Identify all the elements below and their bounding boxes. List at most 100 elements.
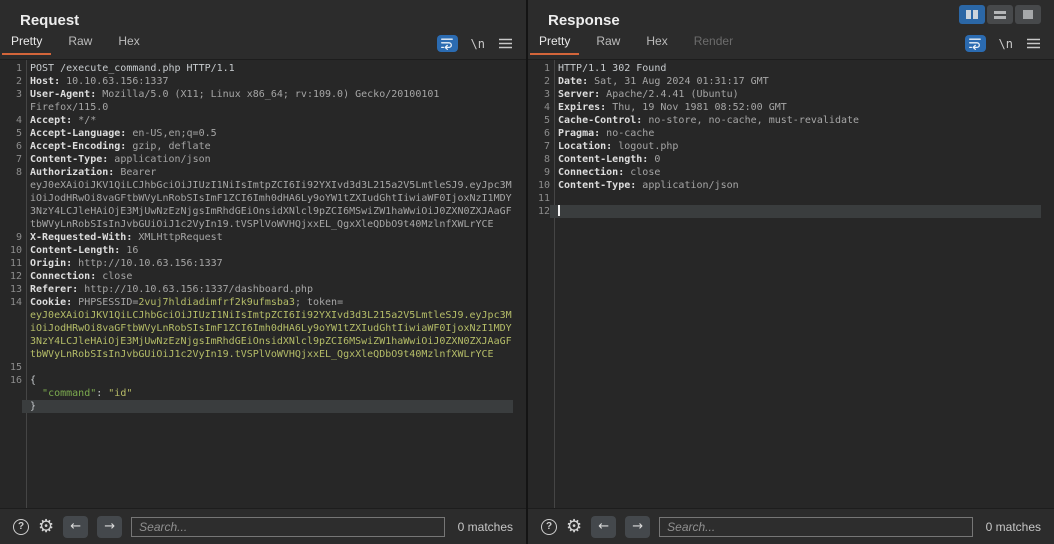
code-line[interactable]: eyJ0eXAiOiJKV1QiLCJhbGciOiJIUzI1NiIsImtp… — [0, 179, 526, 192]
search-input[interactable] — [659, 517, 973, 537]
tabs: Pretty Raw Hex — [0, 30, 153, 55]
line-number: 13 — [0, 283, 22, 296]
line-number: 9 — [0, 231, 22, 244]
response-editor[interactable]: 1HTTP/1.1 302 Found2Date: Sat, 31 Aug 20… — [528, 60, 1054, 508]
editor-toolbar-icons: \n — [965, 35, 1054, 55]
code-line[interactable]: 5Cache-Control: no-store, no-cache, must… — [528, 114, 1054, 127]
line-number — [0, 387, 22, 400]
code-line[interactable]: 8Authorization: Bearer — [0, 166, 526, 179]
code-text: eyJ0eXAiOiJKV1QiLCJhbGciOiJIUzI1NiIsImtp… — [22, 179, 513, 192]
code-text: { — [22, 374, 513, 387]
code-text: tbWVyLnRobSIsInJvbGUiOiJ1c2VyIn19.tVSPlV… — [22, 348, 513, 361]
search-settings-gear-button[interactable]: ⚙ — [38, 518, 54, 536]
word-wrap-toggle-button[interactable] — [965, 35, 986, 52]
code-line[interactable]: 4Expires: Thu, 19 Nov 1981 08:52:00 GMT — [528, 101, 1054, 114]
code-line[interactable]: 1POST /execute_command.php HTTP/1.1 — [0, 62, 526, 75]
code-line[interactable]: 3NzY4LCJleHAiOjE3MjUwNzEzNjgsImRhdGEiOns… — [0, 335, 526, 348]
code-line[interactable]: 10Content-Type: application/json — [528, 179, 1054, 192]
code-text: Server: Apache/2.4.41 (Ubuntu) — [550, 88, 1041, 101]
code-line[interactable]: 7Content-Type: application/json — [0, 153, 526, 166]
code-line[interactable]: 1HTTP/1.1 302 Found — [528, 62, 1054, 75]
request-panel-header: Request PrettyRawHex \n — [0, 0, 526, 60]
layout-rows-button[interactable] — [987, 5, 1013, 24]
line-number: 11 — [0, 257, 22, 270]
code-text: Location: logout.php — [550, 140, 1041, 153]
code-line[interactable]: "command": "id" — [0, 387, 526, 400]
code-text: "command": "id" — [22, 387, 513, 400]
layout-single-button[interactable] — [1015, 5, 1041, 24]
code-line[interactable]: 3NzY4LCJleHAiOjE3MjUwNzEzNjgsImRhdGEiOns… — [0, 205, 526, 218]
code-text: Content-Type: application/json — [22, 153, 513, 166]
code-line[interactable]: 14Cookie: PHPSESSID=2vuj7hldiadimfrf2k9u… — [0, 296, 526, 309]
code-line[interactable]: 10Content-Length: 16 — [0, 244, 526, 257]
code-line[interactable]: tbWVyLnRobSIsInJvbGUiOiJ1c2VyIn19.tVSPlV… — [0, 218, 526, 231]
code-text: X-Requested-With: XMLHttpRequest — [22, 231, 513, 244]
match-count-label: 0 matches — [458, 520, 513, 534]
code-text: Origin: http://10.10.63.156:1337 — [22, 257, 513, 270]
code-line[interactable]: 12Connection: close — [0, 270, 526, 283]
layout-switcher — [959, 5, 1041, 24]
code-line[interactable]: 4Accept: */* — [0, 114, 526, 127]
code-line[interactable]: 11Origin: http://10.10.63.156:1337 — [0, 257, 526, 270]
code-text: Cookie: PHPSESSID=2vuj7hldiadimfrf2k9ufm… — [22, 296, 513, 309]
tab-pretty[interactable]: Pretty — [530, 30, 579, 55]
line-number — [0, 309, 22, 322]
help-button[interactable]: ? — [13, 519, 29, 535]
request-editor[interactable]: 1POST /execute_command.php HTTP/1.12Host… — [0, 60, 526, 508]
next-match-button[interactable]: → — [625, 516, 650, 538]
line-number: 8 — [528, 153, 550, 166]
tab-hex[interactable]: Hex — [109, 30, 148, 55]
code-line[interactable]: 6Accept-Encoding: gzip, deflate — [0, 140, 526, 153]
code-line[interactable]: eyJ0eXAiOiJKV1QiLCJhbGciOiJIUzI1NiIsImtp… — [0, 309, 526, 322]
code-line[interactable]: 3Server: Apache/2.4.41 (Ubuntu) — [528, 88, 1054, 101]
code-text: Connection: close — [22, 270, 513, 283]
previous-match-button[interactable]: ← — [63, 516, 88, 538]
code-line[interactable]: 5Accept-Language: en-US,en;q=0.5 — [0, 127, 526, 140]
editor-menu-button[interactable] — [1026, 38, 1041, 49]
code-line[interactable]: iOiJodHRwOi8vaGFtbWVyLnRobSIsImF1ZCI6Imh… — [0, 192, 526, 205]
code-line[interactable]: 16{ — [0, 374, 526, 387]
code-text — [22, 361, 513, 374]
search-settings-gear-button[interactable]: ⚙ — [566, 518, 582, 536]
code-line[interactable]: 9Connection: close — [528, 166, 1054, 179]
line-number: 5 — [528, 114, 550, 127]
hamburger-menu-icon — [1026, 38, 1041, 49]
code-line[interactable]: Firefox/115.0 — [0, 101, 526, 114]
code-line[interactable]: } — [0, 400, 526, 413]
code-line[interactable]: 8Content-Length: 0 — [528, 153, 1054, 166]
tab-hex[interactable]: Hex — [637, 30, 676, 55]
request-panel: Request PrettyRawHex \n — [0, 0, 526, 544]
line-number — [0, 179, 22, 192]
newline-toggle[interactable]: \n — [471, 37, 485, 51]
line-number: 11 — [528, 192, 550, 205]
code-line[interactable]: tbWVyLnRobSIsInJvbGUiOiJ1c2VyIn19.tVSPlV… — [0, 348, 526, 361]
search-input[interactable] — [131, 517, 445, 537]
editor-menu-button[interactable] — [498, 38, 513, 49]
code-text: Connection: close — [550, 166, 1041, 179]
code-line[interactable]: 15 — [0, 361, 526, 374]
code-line[interactable]: iOiJodHRwOi8vaGFtbWVyLnRobSIsImF1ZCI6Imh… — [0, 322, 526, 335]
code-text: iOiJodHRwOi8vaGFtbWVyLnRobSIsImF1ZCI6Imh… — [22, 322, 513, 335]
code-line[interactable]: 6Pragma: no-cache — [528, 127, 1054, 140]
newline-toggle[interactable]: \n — [999, 37, 1013, 51]
code-line[interactable]: 7Location: logout.php — [528, 140, 1054, 153]
code-line[interactable]: 2Host: 10.10.63.156:1337 — [0, 75, 526, 88]
code-line[interactable]: 12 — [528, 205, 1054, 218]
tab-pretty[interactable]: Pretty — [2, 30, 51, 55]
tab-raw[interactable]: Raw — [59, 30, 101, 55]
help-button[interactable]: ? — [541, 519, 557, 535]
text-cursor — [558, 205, 560, 216]
code-line[interactable]: 2Date: Sat, 31 Aug 2024 01:31:17 GMT — [528, 75, 1054, 88]
layout-columns-button[interactable] — [959, 5, 985, 24]
tabs: PrettyRawHexRender — [528, 30, 746, 55]
code-line[interactable]: 9X-Requested-With: XMLHttpRequest — [0, 231, 526, 244]
code-line[interactable]: 13Referer: http://10.10.63.156:1337/dash… — [0, 283, 526, 296]
code-line[interactable]: 11 — [528, 192, 1054, 205]
next-match-button[interactable]: → — [97, 516, 122, 538]
code-line[interactable]: 3User-Agent: Mozilla/5.0 (X11; Linux x86… — [0, 88, 526, 101]
previous-match-button[interactable]: ← — [591, 516, 616, 538]
word-wrap-toggle-button[interactable] — [437, 35, 458, 52]
response-search-bar: ? ⚙ ← → 0 matches — [528, 508, 1054, 544]
tab-raw[interactable]: Raw — [587, 30, 629, 55]
response-code: 1HTTP/1.1 302 Found2Date: Sat, 31 Aug 20… — [528, 62, 1054, 218]
